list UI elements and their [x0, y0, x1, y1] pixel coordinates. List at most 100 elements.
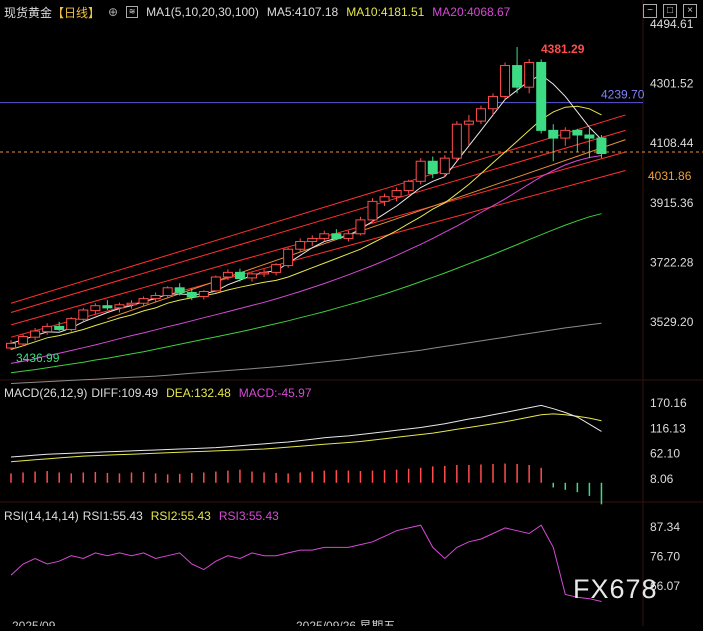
- candle-body: [596, 137, 607, 155]
- candle-body: [126, 302, 137, 306]
- candle-body: [560, 129, 571, 139]
- candle-body: [463, 120, 474, 125]
- window-controls: − □ ×: [643, 4, 697, 18]
- candle-body: [548, 129, 559, 139]
- candle-body: [584, 134, 595, 139]
- candle-body: [451, 123, 462, 159]
- candle-body: [6, 342, 16, 349]
- price-tick: 4494.61: [650, 17, 694, 31]
- diff-line: [10, 404, 602, 458]
- candle-body: [500, 65, 511, 97]
- candle-body: [367, 200, 378, 221]
- candle-body: [186, 291, 197, 298]
- rsi2-value: RSI2:55.43: [150, 509, 211, 523]
- candle-body: [415, 160, 426, 182]
- ma5-value: MA5:4107.18: [266, 5, 339, 19]
- rsi3-value: RSI3:55.43: [218, 509, 279, 523]
- candle-body: [391, 190, 402, 198]
- dea-line: [10, 413, 602, 463]
- axis-labels: 4494.61 4301.52 4108.44 3915.36 3722.28 3529.…: [12, 17, 694, 631]
- candle-body: [174, 287, 185, 293]
- candle-body: [295, 240, 306, 250]
- trendline: [107, 139, 626, 320]
- instrument-name[interactable]: 现货黄金: [4, 4, 52, 21]
- macd-tick: 62.10: [650, 447, 680, 461]
- price-tick: 3915.36: [650, 196, 694, 210]
- candle-body: [475, 108, 486, 122]
- date-label: 2025/09/26 星期五: [296, 619, 395, 626]
- ma10-value: MA10:4181.51: [346, 5, 425, 19]
- rsi-tick: 76.70: [650, 550, 680, 564]
- candle-body: [54, 325, 65, 330]
- period-label[interactable]: 【日线】: [52, 4, 100, 21]
- settings-icon[interactable]: ⊕: [108, 5, 118, 19]
- macd-header: MACD(26,12,9) DIFF:109.49 DEA:132.48 MAC…: [4, 384, 312, 402]
- high-marker: 4381.29: [541, 42, 585, 56]
- candle-body: [78, 309, 89, 320]
- watermark: FX678: [573, 574, 658, 604]
- candle-body: [138, 298, 149, 304]
- ma100-line: [10, 322, 602, 384]
- macd-macd: MACD:-45.97: [238, 386, 312, 400]
- candle-body: [319, 233, 330, 239]
- candle-body: [403, 180, 414, 192]
- candle-body: [259, 271, 270, 275]
- macd-tick: 116.13: [650, 421, 686, 435]
- rsi-label[interactable]: RSI(14,14,14): [4, 509, 79, 523]
- close-icon[interactable]: ×: [683, 4, 697, 18]
- candle-body: [198, 291, 209, 297]
- candle-body: [512, 65, 523, 88]
- macd-tick: 170.16: [650, 396, 687, 410]
- price-tick: 4108.44: [650, 136, 694, 150]
- macd-dea: DEA:132.48: [166, 386, 231, 400]
- candle-body: [572, 129, 583, 136]
- macd-tick: 8.06: [650, 472, 674, 486]
- low-marker: 3436.99: [16, 351, 60, 365]
- ma-icon[interactable]: ≋: [126, 6, 139, 18]
- trendline: [10, 170, 626, 338]
- price-markers: 4381.29 3436.99 4239.70 4031.86: [16, 42, 692, 365]
- candle-body: [271, 264, 282, 273]
- candle-body: [150, 295, 161, 300]
- candle-body: [102, 305, 113, 309]
- candle-body: [427, 160, 438, 175]
- main-header: 现货黄金 【日线】 ⊕ ≋ MA1(5,10,20,30,100) MA5:41…: [4, 3, 510, 21]
- candle-body: [30, 330, 41, 338]
- candle-body: [42, 325, 53, 333]
- moving-averages: [10, 74, 602, 384]
- candlesticks: [6, 47, 607, 351]
- candle-body: [379, 196, 390, 202]
- candle-body: [18, 336, 29, 345]
- rsi-panel: [10, 524, 602, 602]
- chart-canvas: 4494.61 4301.52 4108.44 3915.36 3722.28 3529.…: [0, 0, 703, 631]
- candle-body: [234, 271, 245, 280]
- candle-body: [524, 61, 535, 88]
- candle-body: [222, 271, 233, 278]
- price-tick: 4301.52: [650, 77, 694, 91]
- price-tick: 3722.28: [650, 255, 694, 269]
- macd-label[interactable]: MACD(26,12,9): [4, 386, 87, 400]
- candle-body: [439, 157, 450, 175]
- restore-icon[interactable]: □: [663, 4, 677, 18]
- candle-body: [488, 95, 498, 110]
- ma30-line: [10, 213, 602, 374]
- candle-body: [247, 273, 257, 279]
- price-tick: 3529.20: [650, 315, 694, 329]
- candle-body: [210, 276, 221, 292]
- rsi1-value: RSI1:55.43: [82, 509, 143, 523]
- candle-body: [114, 304, 125, 309]
- ma-label[interactable]: MA1(5,10,20,30,100): [146, 5, 259, 19]
- rsi-tick: 87.34: [650, 520, 680, 534]
- date-label: 2025/09: [12, 619, 56, 626]
- ma5-line: [10, 74, 602, 344]
- candle-body: [355, 219, 366, 235]
- minimize-icon[interactable]: −: [643, 4, 657, 18]
- candle-body: [66, 318, 77, 330]
- macd-panel: [10, 404, 603, 505]
- last-price-label: 4031.86: [648, 169, 692, 183]
- candle-body: [162, 287, 173, 297]
- macd-diff: DIFF:109.49: [91, 386, 159, 400]
- candle-body: [283, 248, 294, 267]
- candle-body: [307, 237, 318, 242]
- candle-body: [536, 61, 547, 131]
